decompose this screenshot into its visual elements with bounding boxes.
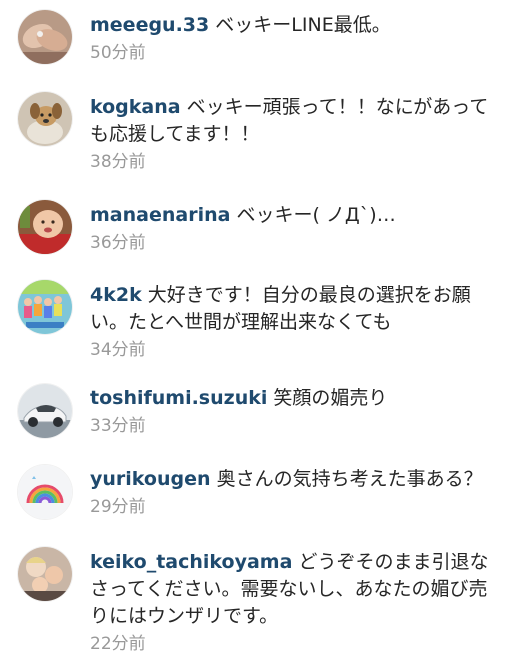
avatar[interactable] [18,465,72,519]
comment-body: toshifumi.suzuki 笑顔の媚売り 33分前 [90,385,500,437]
username-link[interactable]: meeegu.33 [90,14,209,36]
comment-content: 大好きです！自分の最良の選択をお願い。たとへ世間が理解出来なくても [90,284,471,333]
username-link[interactable]: keiko_tachikoyama [90,551,292,573]
car-photo-icon [18,384,72,438]
comment-text: kogkana ベッキー頑張って！！なにがあっても応援してます！！ [90,94,500,148]
comment-text: manaenarina ベッキー( ノД`)… [90,202,500,229]
avatar[interactable] [18,384,72,438]
comment-body: keiko_tachikoyama どうぞそのまま引退なさってください。需要ない… [90,549,500,655]
comment-body: yurikougen 奥さんの気持ち考えた事ある？ 29分前 [90,466,500,518]
comment-text: keiko_tachikoyama どうぞそのまま引退なさってください。需要ない… [90,549,500,630]
comment-content: 笑顔の媚売り [273,387,388,409]
avatar[interactable] [18,547,72,601]
timestamp: 36分前 [90,233,146,253]
comment-list: meeegu.33 ベッキーLINE最低。 50分前 kogkana ベッキー頑… [0,0,512,656]
avatar[interactable] [18,92,72,146]
comment-content: ベッキーLINE最低。 [215,14,391,36]
group-poster-icon [18,280,72,334]
timestamp: 29分前 [90,497,146,517]
timestamp: 33分前 [90,416,146,436]
username-link[interactable]: kogkana [90,96,181,118]
comment-body: 4k2k 大好きです！自分の最良の選択をお願い。たとへ世間が理解出来なくても 3… [90,282,500,361]
timestamp: 22分前 [90,634,146,654]
comment-content: ベッキー( ノД`)… [236,204,396,226]
comment-text: toshifumi.suzuki 笑顔の媚売り [90,385,500,412]
comment-text: 4k2k 大好きです！自分の最良の選択をお願い。たとへ世間が理解出来なくても [90,282,500,336]
comment-body: meeegu.33 ベッキーLINE最低。 50分前 [90,12,500,64]
timestamp: 38分前 [90,152,146,172]
comment-text: meeegu.33 ベッキーLINE最低。 [90,12,500,39]
avatar[interactable] [18,280,72,334]
comment-content: 奥さんの気持ち考えた事ある？ [216,468,483,490]
rainbow-drawing-icon [18,465,72,519]
timestamp: 50分前 [90,43,146,63]
comment-body: manaenarina ベッキー( ノД`)… 36分前 [90,202,500,254]
family-photo-icon [18,547,72,601]
username-link[interactable]: manaenarina [90,204,230,226]
comment-body: kogkana ベッキー頑張って！！なにがあっても応援してます！！ 38分前 [90,94,500,173]
avatar[interactable] [18,10,72,64]
dog-photo-icon [18,92,72,146]
avatar[interactable] [18,200,72,254]
username-link[interactable]: yurikougen [90,468,211,490]
username-link[interactable]: toshifumi.suzuki [90,387,267,409]
hands-photo-icon [18,10,72,64]
baby-photo-icon [18,200,72,254]
timestamp: 34分前 [90,340,146,360]
comment-text: yurikougen 奥さんの気持ち考えた事ある？ [90,466,500,493]
username-link[interactable]: 4k2k [90,284,142,306]
